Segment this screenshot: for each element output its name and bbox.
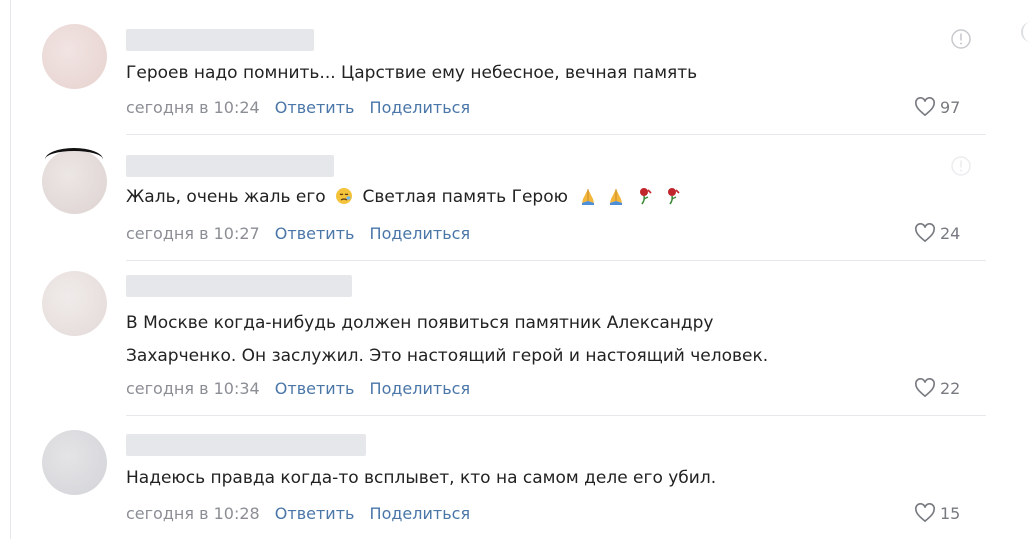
heart-icon	[915, 503, 935, 523]
comment-item: Героев надо помнить... Царствие ему небе…	[0, 0, 1033, 140]
comment-meta: сегодня в 10:34 Ответить Поделиться	[126, 379, 470, 398]
comment-text-part: Жаль, очень жаль его	[126, 187, 326, 207]
share-button[interactable]: Поделиться	[370, 379, 471, 398]
heart-icon	[915, 223, 935, 243]
comment-item: В Москве когда-нибудь должен появиться п…	[0, 265, 1033, 420]
comment-text: Героев надо помнить... Царствие ему небе…	[126, 63, 698, 83]
reply-button[interactable]: Ответить	[275, 504, 355, 523]
praying-hands-emoji	[582, 189, 595, 205]
sad-face-emoji	[336, 188, 353, 204]
divider	[126, 415, 986, 416]
comment-text: Надеюсь правда когда-то всплывет, кто на…	[126, 468, 717, 488]
like-button[interactable]: 24	[914, 223, 960, 243]
comment-text-line: Захарченко. Он заслужил. Это настоящий г…	[126, 346, 769, 366]
comment-text: Жаль, очень жаль его Светлая память Геро…	[126, 184, 682, 210]
comment-item: Надеюсь правда когда-то всплывет, кто на…	[0, 420, 1033, 539]
comment-meta: сегодня в 10:27 Ответить Поделиться	[126, 224, 470, 243]
like-count: 24	[940, 224, 961, 243]
comment-text-part: Светлая память Герою	[362, 187, 568, 207]
avatar-hair	[45, 148, 103, 171]
redacted-author-name	[126, 29, 314, 51]
share-button[interactable]: Поделиться	[370, 504, 471, 523]
share-button[interactable]: Поделиться	[370, 98, 471, 117]
heart-icon	[915, 378, 935, 398]
reply-button[interactable]: Ответить	[275, 224, 355, 243]
wilted-rose-emoji	[667, 188, 680, 205]
like-button[interactable]: 22	[914, 378, 960, 398]
avatar[interactable]	[42, 24, 107, 89]
comment-date[interactable]: сегодня в 10:24	[126, 98, 260, 117]
praying-hands-emoji	[609, 189, 622, 205]
report-icon[interactable]	[950, 155, 972, 177]
like-button[interactable]: 97	[914, 97, 960, 117]
comment-date[interactable]: сегодня в 10:28	[126, 504, 260, 523]
comment-meta: сегодня в 10:24 Ответить Поделиться	[126, 98, 470, 117]
redacted-author-name	[126, 434, 366, 456]
like-count: 22	[940, 379, 961, 398]
reply-button[interactable]: Ответить	[275, 98, 355, 117]
divider	[126, 260, 986, 261]
like-button[interactable]: 15	[914, 503, 960, 523]
report-icon[interactable]	[950, 28, 972, 50]
like-count: 97	[940, 98, 961, 117]
wilted-rose-emoji	[640, 188, 652, 205]
comment-meta: сегодня в 10:28 Ответить Поделиться	[126, 504, 470, 523]
avatar[interactable]	[42, 430, 107, 495]
like-count: 15	[940, 504, 961, 523]
comment-item: Жаль, очень жаль его Светлая память Геро…	[0, 140, 1033, 265]
heart-icon	[915, 97, 935, 117]
avatar[interactable]	[42, 271, 107, 336]
comment-date[interactable]: сегодня в 10:27	[126, 224, 260, 243]
divider	[126, 134, 986, 135]
comment-date[interactable]: сегодня в 10:34	[126, 379, 260, 398]
comment-text-line: В Москве когда-нибудь должен появиться п…	[126, 313, 714, 333]
reply-button[interactable]: Ответить	[275, 379, 355, 398]
redacted-author-name	[126, 155, 334, 177]
share-button[interactable]: Поделиться	[370, 224, 471, 243]
redacted-author-name	[126, 275, 352, 297]
avatar[interactable]	[42, 148, 107, 214]
